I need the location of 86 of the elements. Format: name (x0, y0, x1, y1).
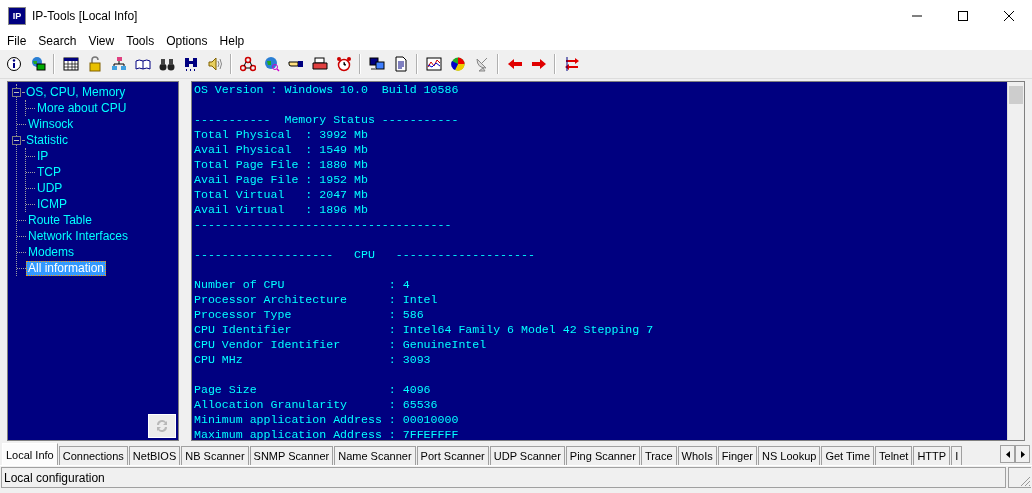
console-line: Total Page File : 1880 Mb (194, 157, 368, 172)
console-line: Page Size : 4096 (194, 382, 431, 397)
console-line: OS Version : Windows 10.0 Build 10586 (194, 82, 459, 97)
line-chart-icon (425, 56, 442, 72)
console-line: CPU MHz : 3093 (194, 352, 431, 367)
console-line: Total Virtual : 2047 Mb (194, 187, 368, 202)
pie-chart-icon (449, 56, 466, 72)
scroll-left-button[interactable] (1000, 445, 1015, 463)
tab[interactable]: NetBIOS (128, 446, 181, 465)
tab[interactable]: NS Lookup (757, 446, 821, 465)
console-line: Avail Page File : 1952 Mb (194, 172, 368, 187)
tab[interactable]: UDP Scanner (489, 446, 565, 465)
tree-item[interactable]: Route Table (26, 212, 94, 228)
console-line: Processor Architecture : Intel (194, 292, 438, 307)
menu-item[interactable]: Options (160, 33, 214, 48)
left-arrow-icon (506, 56, 523, 72)
menu-item[interactable]: Search (32, 33, 83, 48)
tab[interactable]: Trace (640, 446, 677, 465)
padlock-icon (86, 56, 103, 72)
tab[interactable]: Get Time (821, 446, 875, 465)
tab[interactable]: Port Scanner (416, 446, 489, 465)
console-line: Maximum application Address : 7FFEFFFF (194, 427, 459, 440)
console-line: Number of CPU : 4 (194, 277, 410, 292)
menu-item[interactable]: Tools (120, 33, 161, 48)
book-icon (134, 56, 151, 72)
close-icon (1004, 10, 1014, 21)
maximize-icon (958, 10, 968, 21)
status-text: Local configuration (1, 467, 1006, 488)
info-icon (5, 56, 22, 72)
console-line: CPU Identifier : Intel64 Family 6 Model 42 Stepping 7 (194, 322, 654, 337)
tab[interactable]: I (951, 446, 963, 465)
right-triangle-icon (1020, 450, 1025, 458)
console-line: Allocation Granularity : 65536 (194, 397, 438, 412)
tab[interactable]: Local Info (2, 443, 58, 465)
console-line: -------------------- CPU -------------------- (194, 247, 535, 262)
swap-arrows-icon (563, 56, 580, 72)
document-icon (392, 56, 409, 72)
speaker-icon (206, 56, 223, 72)
tree-item[interactable]: Statistic (24, 132, 70, 148)
tab[interactable]: NB Scanner (181, 446, 249, 465)
console-line: ----------- Memory Status ----------- (194, 112, 459, 127)
app-logo: IP (8, 6, 26, 25)
console-line: Total Physical : 3992 Mb (194, 127, 368, 142)
satellite-dish-icon (473, 56, 490, 72)
left-triangle-icon (1005, 450, 1010, 458)
console-line: Avail Virtual : 1896 Mb (194, 202, 368, 217)
globe-computer-icon (29, 56, 46, 72)
window-title: IP-Tools [Local Info] (32, 8, 139, 23)
tab[interactable]: Finger (717, 446, 757, 465)
menu-item[interactable]: File (1, 33, 33, 48)
right-arrow-icon (530, 56, 547, 72)
tab[interactable]: SNMP Scanner (249, 446, 334, 465)
tab[interactable]: Telnet (875, 446, 913, 465)
tab[interactable]: Name Scanner (334, 446, 416, 465)
menu-item[interactable]: View (82, 33, 121, 48)
tab[interactable]: Ping Scanner (565, 446, 640, 465)
tab[interactable]: Connections (58, 446, 128, 465)
collapse-icon[interactable] (12, 135, 21, 145)
console-line: CPU Vendor Identifier : GenuineIntel (194, 337, 487, 352)
console-line: Avail Physical : 1549 Mb (194, 142, 368, 157)
tab[interactable]: HTTP (913, 446, 951, 465)
table-icon (62, 56, 79, 72)
tree-item[interactable]: More about CPU (35, 100, 129, 116)
tree-item[interactable]: Network Interfaces (26, 228, 131, 244)
alarm-clock-icon (335, 56, 352, 72)
tree-item[interactable]: IP (35, 148, 51, 164)
tree-item[interactable]: OS, CPU, Memory (24, 84, 128, 100)
collapse-icon[interactable] (12, 87, 21, 97)
tree-item[interactable]: TCP (35, 164, 63, 180)
computers-icon (368, 56, 385, 72)
network-nodes-icon (239, 56, 256, 72)
console-line: ------------------------------------- (194, 217, 452, 232)
tree-item[interactable]: Winsock (26, 116, 76, 132)
tab[interactable]: WhoIs (677, 446, 717, 465)
network-icon (110, 56, 127, 72)
scroll-right-button[interactable] (1015, 445, 1030, 463)
console-line: Processor Type : 586 (194, 307, 424, 322)
printer-icon (311, 56, 328, 72)
scrollbar[interactable] (1007, 82, 1024, 440)
globe-search-icon (263, 56, 280, 72)
refresh-icon (154, 418, 170, 434)
menu-item[interactable]: Help (213, 33, 251, 48)
console-line: Minimum application Address : 00010000 (194, 412, 459, 427)
tree-item[interactable]: UDP (35, 180, 65, 196)
tree-item[interactable]: Modems (26, 244, 76, 260)
tree-item[interactable]: ICMP (35, 196, 69, 212)
